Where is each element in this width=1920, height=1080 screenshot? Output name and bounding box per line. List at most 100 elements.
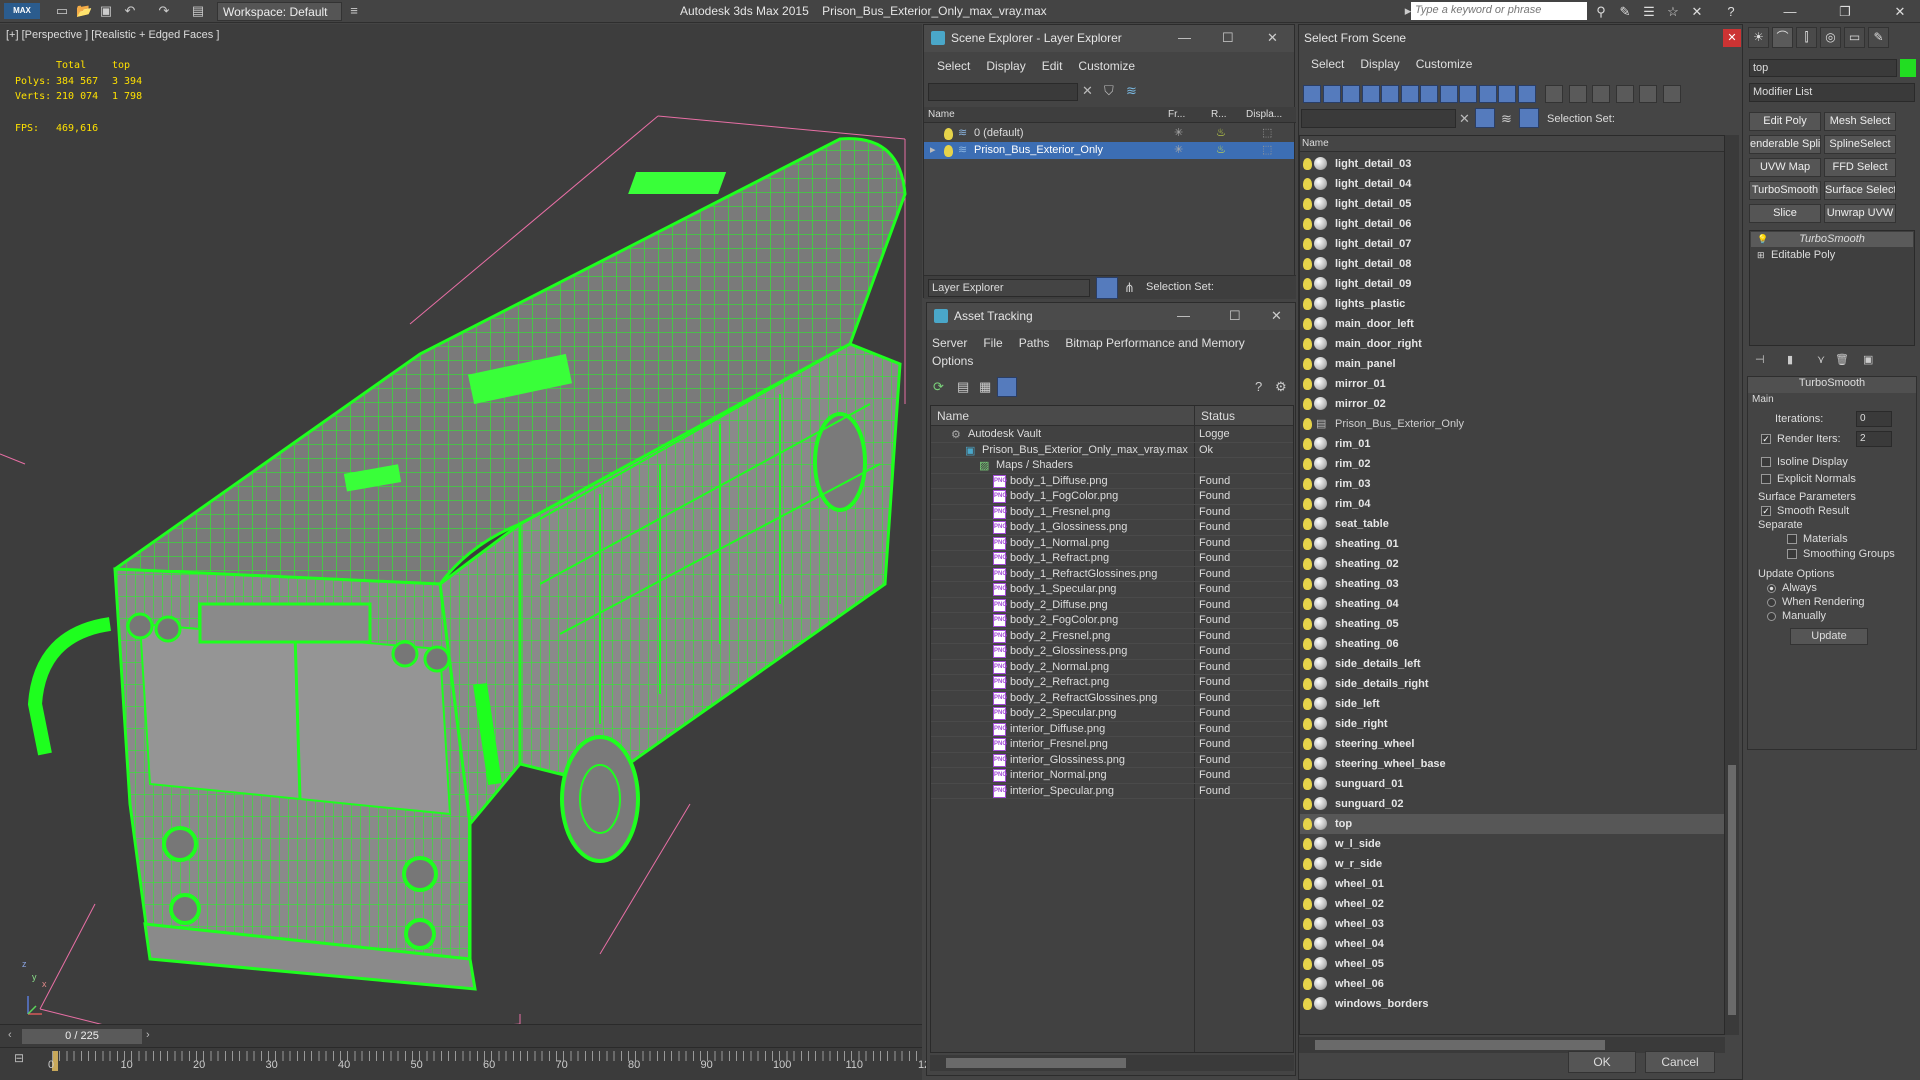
sync-selection-icon[interactable] [1615,85,1634,103]
help-icon[interactable]: ? [1255,379,1262,394]
layer-row[interactable]: ≋ 0 (default) ✳ ♨ ⬚ [924,125,1294,142]
maximize-icon[interactable]: ☐ [1229,308,1241,324]
display-containers-icon[interactable] [1478,85,1497,103]
light-bulb-icon[interactable] [1303,178,1312,190]
scene-object-row[interactable]: light_detail_03 [1300,154,1724,174]
scene-object-row[interactable]: light_detail_04 [1300,174,1724,194]
project-folder-icon[interactable]: ▤ [190,3,206,19]
list-view-icon[interactable]: ▤ [957,379,969,395]
minimize-icon[interactable]: — [1780,2,1800,21]
light-bulb-icon[interactable] [1303,698,1312,710]
invert-display-icon[interactable] [1592,85,1610,103]
exchange-icon[interactable]: ✕ [1687,2,1707,21]
light-bulb-icon[interactable] [1303,578,1312,590]
scene-object-row[interactable]: side_details_left [1300,654,1724,674]
menu-customize[interactable]: Customize [1416,57,1473,71]
scrollbar-thumb[interactable] [1728,765,1736,1015]
vertical-scrollbar[interactable] [1725,135,1739,1035]
options-icon[interactable] [1662,85,1681,103]
smoothing-groups-checkbox[interactable] [1787,549,1797,560]
settings-icon[interactable]: ⚙ [1275,379,1287,395]
light-bulb-icon[interactable] [1303,978,1312,990]
select-from-scene-titlebar[interactable]: Select From Scene [1299,25,1742,52]
light-bulb-icon[interactable] [1303,478,1312,490]
menu-paths[interactable]: Paths [1019,336,1050,350]
modifier-button[interactable]: UVW Map [1749,158,1821,177]
menu-display[interactable]: Display [986,59,1025,73]
display-cameras-icon[interactable] [1361,85,1380,103]
track-bar-icon[interactable]: ⊟ [14,1051,34,1067]
asset-row[interactable]: PNG interior_Fresnel.png Found [931,737,1293,753]
light-bulb-icon[interactable] [1303,338,1312,350]
light-bulb-icon[interactable] [1303,538,1312,550]
asset-row[interactable]: PNG body_2_Normal.png Found [931,660,1293,675]
scene-object-row[interactable]: wheel_06 [1300,974,1724,994]
display-none-icon[interactable] [1568,85,1587,103]
scene-object-row[interactable]: light_detail_05 [1300,194,1724,214]
always-row[interactable]: Always [1767,582,1817,594]
hierarchy-icon[interactable] [1519,108,1539,128]
light-bulb-icon[interactable] [1303,998,1312,1010]
scene-object-row[interactable]: steering_wheel_base [1300,754,1724,774]
configure-modifier-sets-icon[interactable]: ▣ [1863,353,1873,366]
tools-icon[interactable]: ✎ [1615,2,1635,21]
modifier-button[interactable]: TurboSmooth [1749,181,1821,200]
prev-frame-icon[interactable]: ‹ [8,1029,12,1041]
search-input[interactable]: Type a keyword or phrase [1411,2,1587,20]
scene-object-row[interactable]: w_l_side [1300,834,1724,854]
minimize-icon[interactable]: — [1178,30,1191,45]
light-bulb-icon[interactable] [1303,838,1312,850]
asset-row[interactable]: PNG body_1_Glossiness.png Found [931,520,1293,536]
menu-server[interactable]: Server [932,336,967,350]
display-box-icon[interactable]: ⬚ [1262,125,1272,142]
light-bulb-icon[interactable] [1303,298,1312,310]
display-shapes-icon[interactable] [1322,85,1341,103]
next-frame-icon[interactable]: › [146,1029,150,1041]
modifier-button[interactable]: Unwrap UVW [1824,204,1896,223]
col-status[interactable]: Status [1201,409,1235,423]
close-icon[interactable]: ✕ [1723,29,1741,47]
name-filter-input[interactable] [1301,109,1456,128]
scene-object-row[interactable]: w_r_side [1300,854,1724,874]
scene-object-row[interactable]: rim_01 [1300,434,1724,454]
modifier-button[interactable]: Slice [1749,204,1821,223]
display-frozen-icon[interactable] [1498,85,1516,103]
asset-row[interactable]: PNG body_1_FogColor.png Found [931,489,1293,505]
modifier-button[interactable]: Edit Poly [1749,112,1821,131]
create-tab-icon[interactable]: ☀ [1748,27,1769,48]
clear-filter-icon[interactable]: ✕ [1082,83,1093,99]
light-bulb-icon[interactable] [1303,898,1312,910]
favorites-star-icon[interactable]: ☆ [1663,2,1683,21]
app-logo[interactable]: MAX [4,3,40,19]
asset-row[interactable]: PNG interior_Glossiness.png Found [931,753,1293,768]
light-bulb-icon[interactable] [1303,518,1312,530]
explorer-mode-dropdown[interactable]: Layer Explorer [928,279,1090,297]
col-frozen[interactable]: Fr... [1168,109,1185,120]
light-bulb-icon[interactable] [1303,458,1312,470]
restore-icon[interactable]: ❐ [1835,2,1855,21]
col-display[interactable]: Displa... [1246,109,1282,120]
perspective-viewport[interactable]: [+] [Perspective ] [Realistic + Edged Fa… [0,24,922,1024]
smooth-result-row[interactable]: ✓ Smooth Result [1761,505,1849,517]
asset-row[interactable]: PNG interior_Diffuse.png Found [931,722,1293,737]
menu-select[interactable]: Select [937,59,970,73]
asset-row[interactable]: PNG body_1_Normal.png Found [931,536,1293,551]
scene-object-row[interactable]: light_detail_09 [1300,274,1724,294]
light-bulb-icon[interactable] [1303,798,1312,810]
scene-object-row[interactable]: seat_table [1300,514,1724,534]
subscription-icon[interactable]: ☰ [1639,2,1659,21]
motion-tab-icon[interactable]: ◎ [1820,27,1841,48]
light-bulb-icon[interactable] [1303,858,1312,870]
menu-bitmap-performance-and-memory[interactable]: Bitmap Performance and Memory [1065,336,1244,350]
scrollbar-thumb[interactable] [946,1058,1126,1068]
materials-row[interactable]: Materials [1787,533,1848,545]
help-icon[interactable]: ? [1721,2,1741,21]
scene-object-row[interactable]: sunguard_01 [1300,774,1724,794]
layer-mode-icon[interactable] [1096,277,1118,299]
viewport-label[interactable]: [+] [Perspective ] [Realistic + Edged Fa… [6,29,219,41]
col-renderable[interactable]: R... [1211,109,1227,120]
scene-object-row[interactable]: sheating_01 [1300,534,1724,554]
asset-row[interactable]: ⚙ Autodesk Vault Logge [931,427,1293,443]
light-bulb-icon[interactable] [1303,738,1312,750]
manually-row[interactable]: Manually [1767,610,1826,622]
